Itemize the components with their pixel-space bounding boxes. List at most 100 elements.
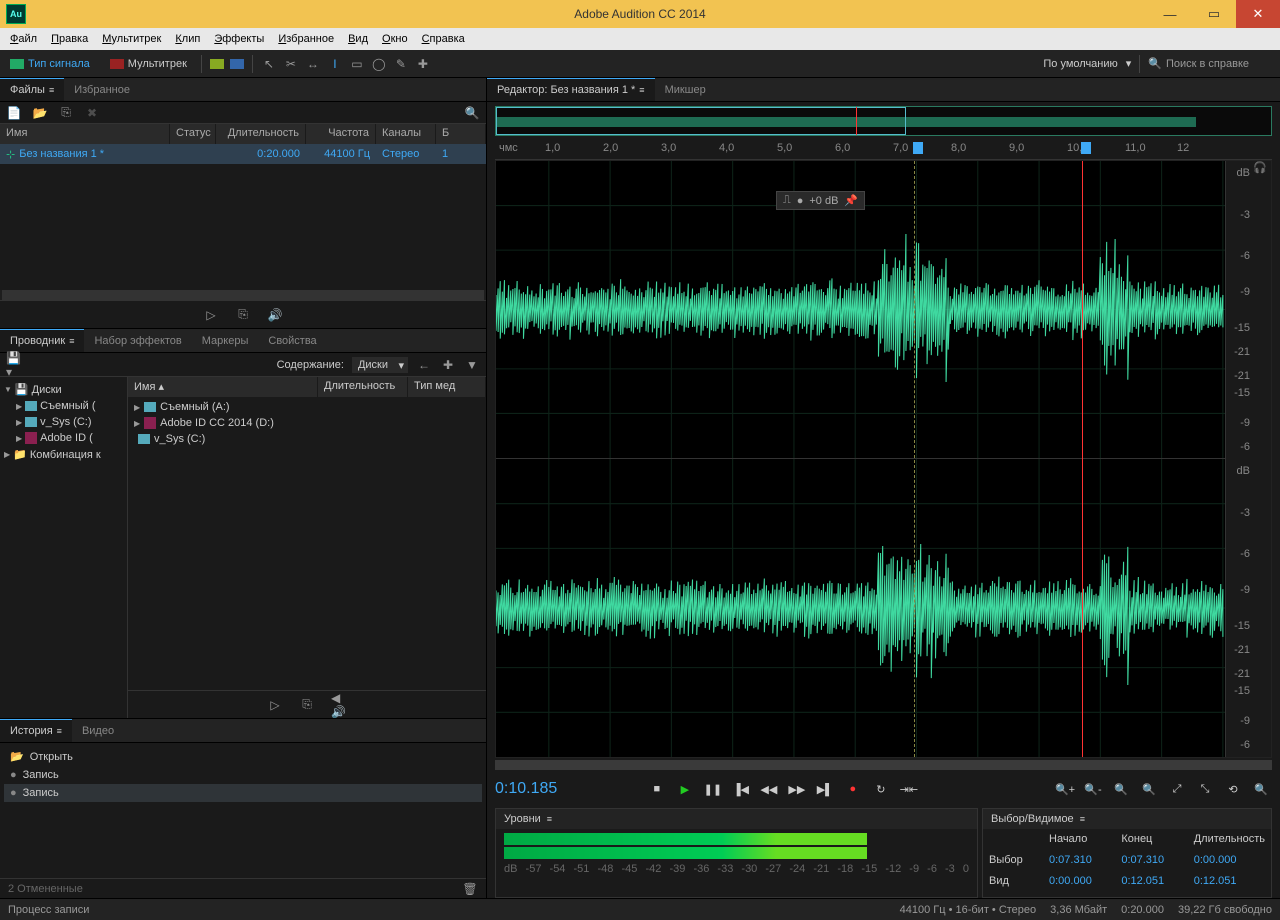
- menu-help[interactable]: Справка: [416, 31, 471, 47]
- record-button[interactable]: ●: [842, 778, 864, 800]
- list-item[interactable]: ▶Съемный (A:): [130, 399, 484, 415]
- back-icon[interactable]: ←: [416, 357, 432, 373]
- gain-hud[interactable]: ⎍●+0 dB📌: [776, 191, 865, 210]
- move-tool-icon[interactable]: ↖: [261, 56, 277, 72]
- chevron-down-icon[interactable]: ▾: [1126, 57, 1132, 70]
- loop-icon[interactable]: ⎘: [235, 307, 251, 323]
- col-freq[interactable]: Частота: [306, 124, 376, 144]
- history-row[interactable]: 📂Открыть: [4, 747, 482, 766]
- play-icon[interactable]: ▷: [267, 697, 283, 713]
- rewind-button[interactable]: ◀◀: [758, 778, 780, 800]
- headphone-icon[interactable]: 🎧: [1253, 161, 1271, 757]
- list-item[interactable]: v_Sys (C:): [130, 431, 484, 447]
- menu-clip[interactable]: Клип: [169, 31, 206, 47]
- tab-video[interactable]: Видео: [72, 719, 124, 742]
- up-icon[interactable]: ✚: [440, 357, 456, 373]
- help-search-input[interactable]: Поиск в справке: [1166, 58, 1276, 70]
- sel-dur[interactable]: 0:00.000: [1194, 854, 1265, 872]
- time-ruler[interactable]: чмс 1,0 2,0 3,0 4,0 5,0 6,0 7,0 8,0 9,0 …: [495, 140, 1272, 160]
- save-icon[interactable]: 💾▾: [6, 357, 22, 373]
- tree-item[interactable]: ▶v_Sys (C:): [2, 414, 125, 430]
- overview-selection[interactable]: [496, 107, 906, 135]
- view-start[interactable]: 0:00.000: [1049, 875, 1115, 893]
- tab-properties[interactable]: Свойства: [258, 329, 326, 352]
- tab-files[interactable]: Файлы≡: [0, 78, 64, 101]
- zoom-reset-icon[interactable]: ⟲: [1222, 778, 1244, 800]
- col-bits[interactable]: Б: [436, 124, 486, 144]
- menu-favorites[interactable]: Избранное: [272, 31, 340, 47]
- close-button[interactable]: ✕: [1236, 0, 1280, 28]
- marquee-tool-icon[interactable]: ▭: [349, 56, 365, 72]
- zoom-full-icon[interactable]: 🔍: [1110, 778, 1132, 800]
- col-status[interactable]: Статус: [170, 124, 216, 144]
- file-row[interactable]: ⊹Без названия 1 * 0:20.000 44100 Гц Стер…: [0, 144, 486, 164]
- skip-back-button[interactable]: ▐◀: [730, 778, 752, 800]
- forward-button[interactable]: ▶▶: [786, 778, 808, 800]
- skip-selection-button[interactable]: ⇥⇤: [898, 778, 920, 800]
- mode-multitrack-button[interactable]: Мультитрек: [104, 56, 193, 72]
- zoom-out-icon[interactable]: 🔍-: [1082, 778, 1104, 800]
- tab-markers[interactable]: Маркеры: [192, 329, 259, 352]
- col-duration[interactable]: Длительность: [216, 124, 306, 144]
- tab-history[interactable]: История≡: [0, 719, 72, 742]
- filter-icon[interactable]: ▼: [464, 357, 480, 373]
- loop-icon[interactable]: ⎘: [299, 697, 315, 713]
- menu-multitrack[interactable]: Мультитрек: [96, 31, 167, 47]
- overview-waveform[interactable]: ⚙ ☰: [495, 106, 1272, 136]
- zoom-in-v-icon[interactable]: ⤢: [1166, 778, 1188, 800]
- razor-tool-icon[interactable]: ✂: [283, 56, 299, 72]
- list-item[interactable]: ▶Adobe ID CC 2014 (D:): [130, 415, 484, 431]
- view-end[interactable]: 0:12.051: [1121, 875, 1187, 893]
- zoom-sel-icon[interactable]: 🔍: [1138, 778, 1160, 800]
- minimize-button[interactable]: —: [1148, 0, 1192, 28]
- tree-root[interactable]: ▼💾Диски: [2, 381, 125, 398]
- pause-button[interactable]: ❚❚: [702, 778, 724, 800]
- loop-button[interactable]: ↻: [870, 778, 892, 800]
- mode-waveform-button[interactable]: Тип сигнала: [4, 56, 96, 72]
- import-icon[interactable]: ⎘: [58, 105, 74, 121]
- horizontal-scrollbar[interactable]: [495, 760, 1272, 770]
- history-row[interactable]: ●Запись: [4, 784, 482, 802]
- col-channels[interactable]: Каналы: [376, 124, 436, 144]
- menu-file[interactable]: Файл: [4, 31, 43, 47]
- history-row[interactable]: ●Запись: [4, 766, 482, 784]
- list-col-name[interactable]: Имя ▴: [128, 377, 318, 397]
- play-icon[interactable]: ▷: [203, 307, 219, 323]
- autoplay-icon[interactable]: 🔊: [267, 307, 283, 323]
- content-dropdown[interactable]: Диски▾: [352, 357, 408, 373]
- zoom-sel-in-icon[interactable]: 🔍: [1250, 778, 1272, 800]
- search-icon[interactable]: 🔍: [464, 105, 480, 121]
- color-swatch-red-icon[interactable]: [210, 59, 224, 69]
- menu-view[interactable]: Вид: [342, 31, 374, 47]
- new-file-icon[interactable]: 📄: [6, 105, 22, 121]
- tab-favorites[interactable]: Избранное: [64, 78, 140, 101]
- list-col-media[interactable]: Тип мед: [408, 377, 486, 397]
- lasso-tool-icon[interactable]: ◯: [371, 56, 387, 72]
- slip-tool-icon[interactable]: ↔: [305, 56, 321, 72]
- open-file-icon[interactable]: 📂: [32, 105, 48, 121]
- list-col-duration[interactable]: Длительность: [318, 377, 408, 397]
- waveform-editor[interactable]: L R ⎍●+0 dB📌 dB -3 -6 -9 -15 -21 -21 -15: [495, 160, 1272, 758]
- play-button[interactable]: ▶: [674, 778, 696, 800]
- col-name[interactable]: Имя: [0, 124, 170, 144]
- menu-effects[interactable]: Эффекты: [208, 31, 270, 47]
- tab-mixer[interactable]: Микшер: [655, 78, 716, 101]
- zoom-in-icon[interactable]: 🔍+: [1054, 778, 1076, 800]
- sel-start[interactable]: 0:07.310: [1049, 854, 1115, 872]
- scrollbar[interactable]: [2, 290, 484, 300]
- view-dur[interactable]: 0:12.051: [1194, 875, 1265, 893]
- workspace-label[interactable]: По умолчанию: [1043, 58, 1117, 70]
- menu-window[interactable]: Окно: [376, 31, 414, 47]
- sel-end[interactable]: 0:07.310: [1121, 854, 1187, 872]
- stop-button[interactable]: ■: [646, 778, 668, 800]
- zoom-out-v-icon[interactable]: ⤡: [1194, 778, 1216, 800]
- tree-item[interactable]: ▶Adobe ID (: [2, 430, 125, 446]
- in-point-marker[interactable]: [913, 142, 923, 154]
- tab-fx[interactable]: Набор эффектов: [84, 329, 191, 352]
- pin-icon[interactable]: 📌: [844, 194, 858, 207]
- playhead-marker[interactable]: [1081, 142, 1091, 154]
- autoplay-icon[interactable]: ◀🔊: [331, 697, 347, 713]
- tree-item[interactable]: ▶📁Комбинация к: [2, 446, 125, 463]
- brush-tool-icon[interactable]: ✎: [393, 56, 409, 72]
- menu-edit[interactable]: Правка: [45, 31, 94, 47]
